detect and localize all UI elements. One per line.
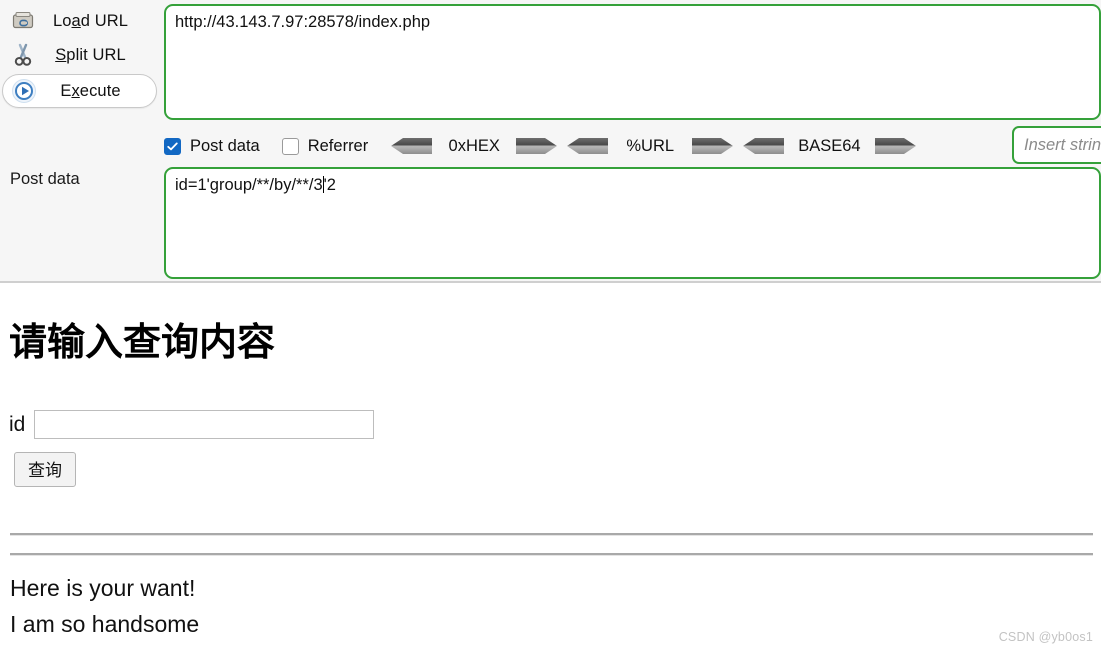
post-data-checkbox[interactable]: Post data: [164, 137, 260, 156]
post-data-text-before-caret: id=1'group/**/by/**/3: [175, 176, 323, 194]
checkbox-checked-icon[interactable]: [164, 137, 181, 155]
hackbar-toolbar: Load URL Split URL Execute Post data htt…: [0, 0, 1101, 283]
referrer-checkbox[interactable]: Referrer: [281, 136, 369, 156]
base64-encoder-group: BASE64: [742, 136, 916, 156]
result-line: I am so handsome: [10, 611, 200, 637]
base64-encoder-label: BASE64: [798, 136, 861, 155]
load-url-label: Load URL: [52, 11, 129, 30]
load-url-icon: [8, 7, 38, 35]
url-textarea[interactable]: http://43.143.7.97:28578/index.php: [164, 4, 1101, 120]
url-encode-right-arrow-icon[interactable]: [690, 136, 734, 156]
post-data-text-after-caret: '2: [323, 176, 336, 194]
base64-decode-left-arrow-icon[interactable]: [742, 136, 786, 156]
id-input[interactable]: [34, 410, 375, 439]
post-data-textarea[interactable]: id=1'group/**/by/**/3'2: [164, 167, 1101, 279]
insert-string-placeholder: Insert string...: [1024, 135, 1101, 154]
result-line: Here is your want!: [10, 575, 196, 601]
referrer-checkbox-label: Referrer: [307, 136, 369, 155]
hackbar-command-column: Load URL Split URL Execute: [0, 0, 160, 120]
load-url-button[interactable]: Load URL: [2, 4, 157, 38]
insert-string-input[interactable]: Insert string...: [1012, 126, 1101, 164]
page-title: 请输入查询内容: [9, 320, 276, 364]
hackbar-options-strip: Post data Referrer 0xHEX %URL BASE64: [164, 128, 925, 164]
hex-encoder-label: 0xHEX: [448, 136, 500, 155]
execute-button[interactable]: Execute: [2, 74, 157, 108]
post-data-row-label: Post data: [10, 170, 80, 188]
scissors-icon: [8, 41, 38, 69]
split-url-button[interactable]: Split URL: [2, 38, 157, 72]
split-url-label: Split URL: [55, 45, 126, 64]
url-encoder-group: %URL: [566, 136, 734, 156]
watermark: CSDN @yb0os1: [998, 630, 1093, 644]
horizontal-rule-bottom: [10, 553, 1093, 556]
id-field-label: id: [9, 412, 26, 436]
hex-decode-left-arrow-icon[interactable]: [390, 136, 434, 156]
execute-label: Execute: [60, 81, 121, 100]
web-page-content: 请输入查询内容 id 查询 Here is your want! I am so…: [0, 285, 1101, 652]
checkbox-unchecked-icon[interactable]: [281, 137, 299, 155]
base64-encode-right-arrow-icon[interactable]: [873, 136, 917, 156]
query-submit-button[interactable]: 查询: [14, 452, 76, 487]
query-form: id: [9, 410, 375, 439]
post-data-checkbox-label: Post data: [190, 136, 260, 155]
url-decode-left-arrow-icon[interactable]: [566, 136, 610, 156]
hex-encode-right-arrow-icon[interactable]: [514, 136, 558, 156]
url-encoder-label: %URL: [626, 136, 675, 155]
execute-play-icon: [9, 77, 39, 105]
horizontal-rule-top: [10, 533, 1093, 536]
hex-encoder-group: 0xHEX: [390, 136, 558, 156]
